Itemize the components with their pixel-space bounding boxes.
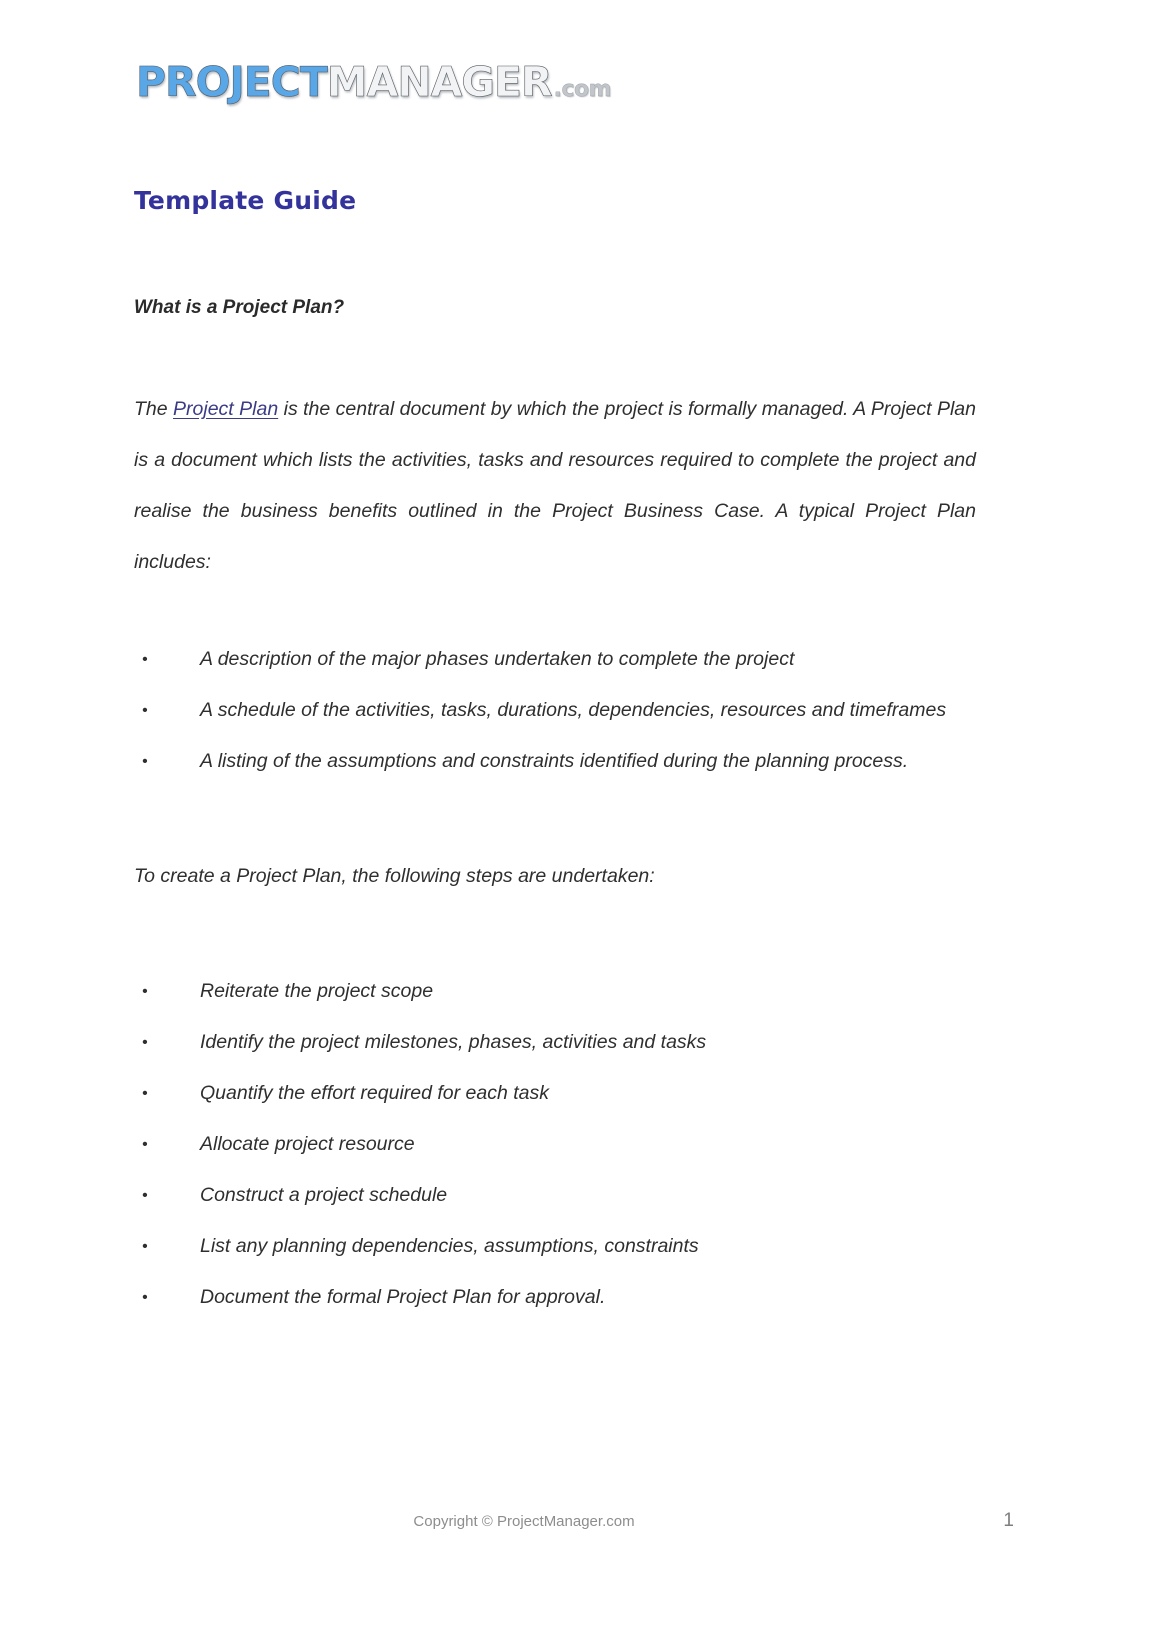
- bullet-icon: •: [142, 702, 148, 720]
- project-plan-includes-list: • A description of the major phases under…: [134, 634, 976, 787]
- list-item: • Identify the project milestones, phases…: [134, 1017, 976, 1068]
- bullet-icon: •: [142, 1034, 148, 1052]
- footer-copyright: Copyright © ProjectManager.com: [413, 1513, 635, 1530]
- list-item-label: Identify the project milestones, phases,…: [200, 1031, 707, 1054]
- intro-text-after-link: is the central document by which the pro…: [134, 398, 976, 574]
- list-item-label: List any planning dependencies, assumpti…: [200, 1235, 699, 1258]
- list-item: • Document the formal Project Plan for ap…: [134, 1272, 976, 1323]
- document-page: PROJECT MANAGER .com Template Guide What i…: [0, 0, 1158, 1638]
- list-item: • Construct a project schedule: [134, 1170, 976, 1221]
- bullet-icon: •: [142, 1136, 148, 1154]
- bullet-icon: •: [142, 983, 148, 1001]
- list-item: • Quantify the effort required for each t…: [134, 1068, 976, 1119]
- page-footer: Copyright © ProjectManager.com 1: [134, 1510, 1014, 1532]
- projectmanager-logo: PROJECT MANAGER .com: [136, 58, 612, 110]
- intro-paragraph: The Project Plan is the central document…: [134, 384, 976, 588]
- page-title: Template Guide: [134, 186, 357, 215]
- bullet-icon: •: [142, 1085, 148, 1103]
- list-item: • List any planning dependencies, assumpt…: [134, 1221, 976, 1272]
- list-item-label: Quantify the effort required for each ta…: [200, 1082, 550, 1105]
- project-plan-link[interactable]: Project Plan: [173, 398, 278, 420]
- logo-text-project: PROJECT: [136, 58, 328, 106]
- list-item-label: Allocate project resource: [200, 1133, 415, 1156]
- intro-text-before-link: The: [134, 398, 174, 421]
- list-item-label: Reiterate the project scope: [200, 980, 434, 1003]
- list-item-label: A listing of the assumptions and constra…: [200, 750, 909, 773]
- list-item: • Allocate project resource: [134, 1119, 976, 1170]
- list-item: • Reiterate the project scope: [134, 966, 976, 1017]
- bullet-icon: •: [142, 1289, 148, 1307]
- project-plan-steps-list: • Reiterate the project scope • Identify t…: [134, 966, 976, 1323]
- section-heading-what-is-a-project-plan: What is a Project Plan?: [134, 296, 345, 318]
- steps-intro-paragraph: To create a Project Plan, the following …: [134, 865, 655, 888]
- bullet-icon: •: [142, 1238, 148, 1256]
- list-item-label: Document the formal Project Plan for app…: [200, 1286, 606, 1309]
- footer-page-number: 1: [1003, 1510, 1014, 1531]
- list-item: • A schedule of the activities, tasks, du…: [134, 685, 976, 736]
- list-item-label: Construct a project schedule: [200, 1184, 448, 1207]
- list-item-label: A description of the major phases undert…: [200, 648, 795, 671]
- list-item-label: A schedule of the activities, tasks, dur…: [200, 699, 947, 722]
- document-content: Template Guide What is a Project Plan? T…: [134, 185, 976, 1323]
- logo-text-manager: MANAGER: [326, 58, 552, 106]
- list-item: • A listing of the assumptions and constr…: [134, 736, 976, 787]
- logo-text-dotcom: .com: [553, 77, 612, 102]
- list-item: • A description of the major phases under…: [134, 634, 976, 685]
- bullet-icon: •: [142, 1187, 148, 1205]
- bullet-icon: •: [142, 753, 148, 771]
- bullet-icon: •: [142, 651, 148, 669]
